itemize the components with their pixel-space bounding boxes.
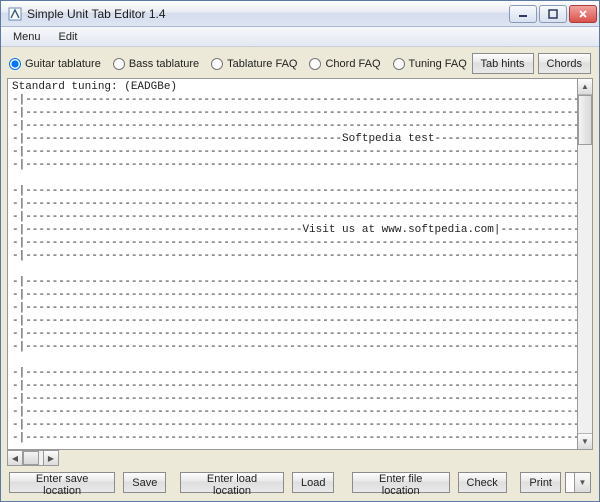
window-controls [509, 5, 597, 23]
radio-label: Tuning FAQ [409, 58, 467, 70]
tablature-editor[interactable] [7, 78, 577, 450]
radio-input[interactable] [113, 58, 125, 70]
radio-label: Chord FAQ [325, 58, 380, 70]
radio-guitar-tablature[interactable]: Guitar tablature [9, 58, 101, 70]
scroll-down-button[interactable]: ▼ [578, 433, 592, 449]
mode-radio-group: Guitar tablature Bass tablature Tablatur… [9, 58, 472, 70]
scroll-thumb[interactable] [578, 95, 592, 145]
print-button[interactable]: Print [520, 472, 561, 493]
app-window: Simple Unit Tab Editor 1.4 Menu Edit Gui… [0, 0, 600, 502]
vertical-scrollbar[interactable]: ▲ ▼ [577, 78, 593, 450]
window-title: Simple Unit Tab Editor 1.4 [27, 7, 509, 21]
enter-save-location-button[interactable]: Enter save location [9, 472, 115, 493]
minimize-button[interactable] [509, 5, 537, 23]
chords-button[interactable]: Chords [538, 53, 591, 74]
radio-label: Bass tablature [129, 58, 199, 70]
titlebar[interactable]: Simple Unit Tab Editor 1.4 [1, 1, 599, 27]
radio-input[interactable] [211, 58, 223, 70]
radio-bass-tablature[interactable]: Bass tablature [113, 58, 199, 70]
radio-input[interactable] [309, 58, 321, 70]
chevron-down-icon: ▼ [579, 478, 587, 487]
bottom-toolbar: Enter save location Save Enter load loca… [1, 466, 599, 501]
menu-edit[interactable]: Edit [51, 29, 86, 45]
load-button[interactable]: Load [292, 472, 334, 493]
radio-tablature-faq[interactable]: Tablature FAQ [211, 58, 297, 70]
chevron-left-icon: ◀ [12, 454, 18, 463]
scroll-right-button[interactable]: ▶ [43, 450, 59, 466]
editor-area: ▲ ▼ [7, 78, 593, 450]
horizontal-scrollbar[interactable]: ◀ ▶ [7, 450, 593, 466]
enter-load-location-button[interactable]: Enter load location [180, 472, 284, 493]
scroll-up-button[interactable]: ▲ [578, 79, 592, 95]
radio-input[interactable] [9, 58, 21, 70]
check-button[interactable]: Check [458, 472, 507, 493]
hscroll-filler [59, 450, 593, 466]
menu-menu[interactable]: Menu [5, 29, 49, 45]
chevron-up-icon: ▲ [581, 82, 589, 91]
radio-tuning-faq[interactable]: Tuning FAQ [393, 58, 467, 70]
maximize-button[interactable] [539, 5, 567, 23]
toolbar-row: Guitar tablature Bass tablature Tablatur… [1, 47, 599, 78]
bottom-combobox[interactable]: ▼ [565, 472, 591, 493]
radio-label: Guitar tablature [25, 58, 101, 70]
tab-hints-button[interactable]: Tab hints [472, 53, 534, 74]
hscroll-track[interactable] [23, 450, 43, 466]
chevron-down-icon: ▼ [581, 437, 589, 446]
hscroll-thumb[interactable] [23, 451, 39, 465]
combobox-dropdown-button[interactable]: ▼ [574, 473, 590, 492]
chevron-right-icon: ▶ [48, 454, 54, 463]
scroll-left-button[interactable]: ◀ [7, 450, 23, 466]
save-button[interactable]: Save [123, 472, 166, 493]
radio-input[interactable] [393, 58, 405, 70]
menubar: Menu Edit [1, 27, 599, 47]
radio-label: Tablature FAQ [227, 58, 297, 70]
scroll-track[interactable] [578, 95, 592, 433]
enter-file-location-button[interactable]: Enter file location [352, 472, 450, 493]
close-button[interactable] [569, 5, 597, 23]
radio-chord-faq[interactable]: Chord FAQ [309, 58, 380, 70]
app-icon [7, 6, 23, 22]
